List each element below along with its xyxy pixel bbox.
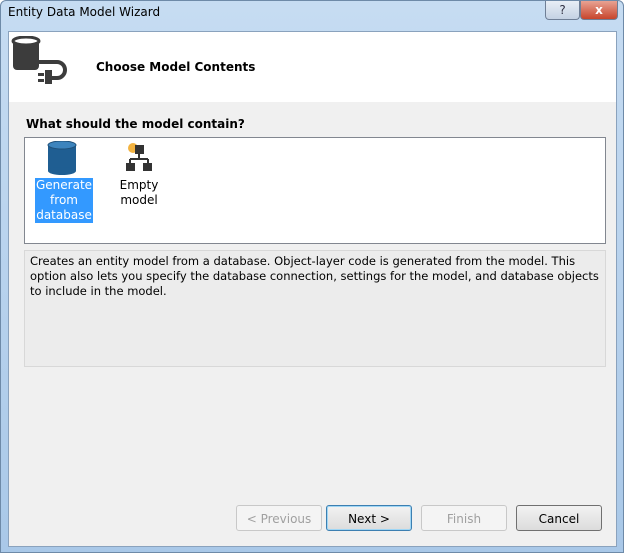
wizard-body: Choose Model Contents What should the mo… — [8, 31, 617, 547]
empty-model-icon — [126, 143, 152, 171]
database-icon — [47, 140, 77, 175]
option-description: Creates an entity model from a database.… — [24, 250, 606, 367]
option-generate-from-database[interactable]: Generate from database — [35, 140, 94, 223]
cancel-button[interactable]: Cancel — [516, 505, 602, 531]
page-title: Choose Model Contents — [96, 60, 256, 74]
previous-button[interactable]: < Previous — [236, 505, 322, 531]
wizard-header: Choose Model Contents — [9, 32, 616, 102]
question-label: What should the model contain? — [26, 117, 245, 131]
option-empty-model[interactable]: Empty model — [99, 141, 179, 208]
option-label: Generate from database — [35, 178, 94, 223]
help-button[interactable]: ? — [545, 1, 580, 20]
window-title: Entity Data Model Wizard — [8, 5, 161, 19]
wizard-window: Entity Data Model Wizard ? x Choose Mode… — [0, 0, 624, 553]
model-options-list[interactable]: Generate from database Empty model — [24, 137, 606, 244]
close-button[interactable]: x — [580, 1, 618, 20]
next-button[interactable]: Next > — [326, 505, 412, 531]
database-plug-icon — [11, 36, 67, 84]
finish-button[interactable]: Finish — [421, 505, 507, 531]
option-label: Empty model — [119, 178, 159, 207]
